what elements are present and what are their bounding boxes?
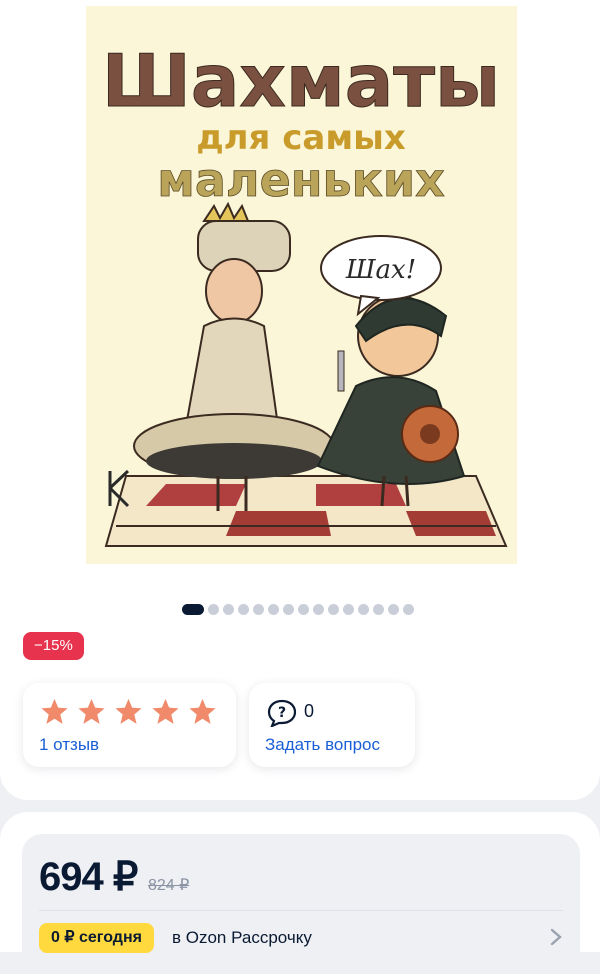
gallery-pagination[interactable] — [182, 603, 414, 615]
gallery-dot[interactable] — [298, 603, 309, 615]
gallery-dot[interactable] — [253, 603, 264, 615]
book-cover-illustration: Шахматы для самых маленьких Шах! — [86, 6, 517, 564]
rating-card[interactable]: 1 отзыв — [23, 683, 236, 767]
gallery-dot[interactable] — [283, 603, 294, 615]
price-card: 694 ₽ 824 ₽ 0 ₽ сегодня в Ozon Рассрочку — [22, 834, 580, 974]
gallery-dot[interactable] — [343, 603, 354, 615]
gallery-dot[interactable] — [313, 603, 324, 615]
gallery-dot[interactable] — [208, 603, 219, 615]
star-rating — [40, 697, 217, 726]
question-bubble-icon: ? — [267, 699, 297, 727]
star-icon — [152, 698, 179, 724]
book-cover-image[interactable]: Шахматы для самых маленьких Шах! — [86, 6, 517, 564]
questions-card[interactable]: ? 0 Задать вопрос — [249, 683, 415, 767]
current-price: 694 ₽ — [39, 855, 138, 899]
ask-question-link[interactable]: Задать вопрос — [265, 735, 380, 755]
chess-board-drawing — [104, 475, 508, 547]
cover-title-line-3: маленьких — [157, 153, 445, 207]
gallery-dot[interactable] — [182, 603, 204, 615]
star-icon — [115, 698, 142, 724]
gallery-dot[interactable] — [388, 603, 399, 615]
gallery-dot[interactable] — [328, 603, 339, 615]
speech-text: Шах! — [345, 255, 416, 285]
gallery-dot[interactable] — [373, 603, 384, 615]
gallery-dot[interactable] — [223, 603, 234, 615]
gallery-dot[interactable] — [403, 603, 414, 615]
discount-badge: −15% — [23, 632, 84, 660]
star-icon — [41, 698, 68, 724]
product-gallery-card: Шахматы для самых маленьких Шах! −15% 1 … — [0, 0, 600, 800]
gallery-dot[interactable] — [268, 603, 279, 615]
gallery-dot[interactable] — [358, 603, 369, 615]
cover-title-line-2: для самых — [196, 118, 406, 158]
cover-title-line-1: Шахматы — [102, 39, 500, 123]
svg-text:?: ? — [278, 705, 286, 721]
reviews-link[interactable]: 1 отзыв — [39, 735, 99, 755]
gallery-dot[interactable] — [238, 603, 249, 615]
star-icon — [78, 698, 105, 724]
chevron-right-icon[interactable] — [550, 928, 562, 946]
installment-text[interactable]: в Ozon Рассрочку — [172, 928, 312, 948]
questions-count: 0 — [304, 701, 315, 721]
divider — [39, 910, 563, 911]
installment-badge[interactable]: 0 ₽ сегодня — [39, 923, 154, 953]
old-price: 824 ₽ — [148, 877, 190, 894]
star-icon — [189, 698, 216, 724]
